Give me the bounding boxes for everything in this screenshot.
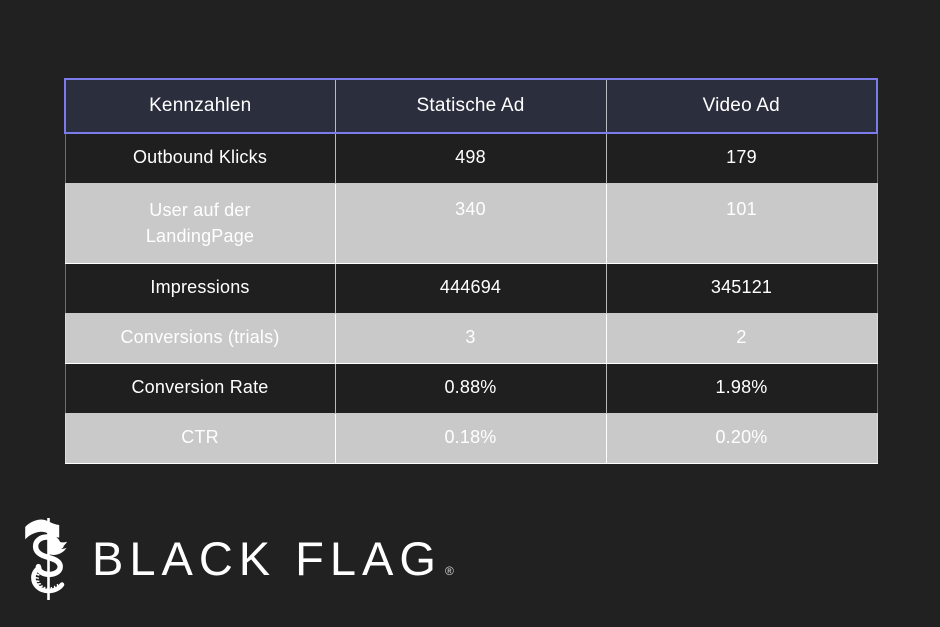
table-header-row: Kennzahlen Statische Ad Video Ad bbox=[64, 78, 878, 134]
brand-logo: BLACK FLAG ® bbox=[18, 515, 454, 601]
flag-and-snake-icon bbox=[25, 518, 68, 600]
metric-label-impressions: Impressions bbox=[64, 263, 336, 314]
metric-label-line-2: LandingPage bbox=[145, 226, 255, 246]
value-static-ad-ctr: 0.18% bbox=[334, 413, 607, 464]
table-row: Conversions (trials) 3 2 bbox=[64, 313, 878, 364]
value-video-ad-user-landingpage: 101 bbox=[605, 183, 878, 264]
column-header-statische-ad: Statische Ad bbox=[335, 78, 607, 134]
value-static-ad-conversion-rate: 0.88% bbox=[334, 363, 607, 414]
table-body: Outbound Klicks 498 179 User auf der Land… bbox=[64, 133, 878, 464]
table-row: User auf der LandingPage 340 101 bbox=[64, 183, 878, 264]
value-static-ad-impressions: 444694 bbox=[334, 263, 607, 314]
value-static-ad-conversions-trials: 3 bbox=[334, 313, 607, 364]
table-row: CTR 0.18% 0.20% bbox=[64, 413, 878, 464]
metric-label-user-landingpage: User auf der LandingPage bbox=[64, 183, 336, 264]
value-video-ad-conversions-trials: 2 bbox=[605, 313, 878, 364]
slide-canvas: Kennzahlen Statische Ad Video Ad Outboun… bbox=[0, 0, 940, 627]
brand-logo-text: BLACK FLAG ® bbox=[92, 535, 454, 582]
metric-label-line-1: User auf der bbox=[149, 199, 251, 220]
metric-label-conversion-rate: Conversion Rate bbox=[64, 363, 336, 414]
value-video-ad-outbound-klicks: 179 bbox=[605, 133, 878, 184]
value-video-ad-impressions: 345121 bbox=[605, 263, 878, 314]
value-video-ad-ctr: 0.20% bbox=[605, 413, 878, 464]
column-header-video-ad: Video Ad bbox=[606, 78, 878, 134]
value-static-ad-user-landingpage: 340 bbox=[334, 183, 607, 264]
value-video-ad-conversion-rate: 1.98% bbox=[605, 363, 878, 414]
table-row: Outbound Klicks 498 179 bbox=[64, 133, 878, 184]
value-static-ad-outbound-klicks: 498 bbox=[334, 133, 607, 184]
registered-trademark-icon: ® bbox=[444, 563, 454, 578]
metrics-comparison-table: Kennzahlen Statische Ad Video Ad Outboun… bbox=[64, 78, 878, 464]
table-row: Conversion Rate 0.88% 1.98% bbox=[64, 363, 878, 414]
table-row: Impressions 444694 345121 bbox=[64, 263, 878, 314]
table-header: Kennzahlen Statische Ad Video Ad bbox=[64, 78, 878, 134]
metric-label-outbound-klicks: Outbound Klicks bbox=[64, 133, 336, 184]
brand-name: BLACK FLAG bbox=[92, 531, 442, 585]
column-header-kennzahlen: Kennzahlen bbox=[64, 78, 336, 134]
metric-label-ctr: CTR bbox=[64, 413, 336, 464]
metric-label-conversions-trials: Conversions (trials) bbox=[64, 313, 336, 364]
